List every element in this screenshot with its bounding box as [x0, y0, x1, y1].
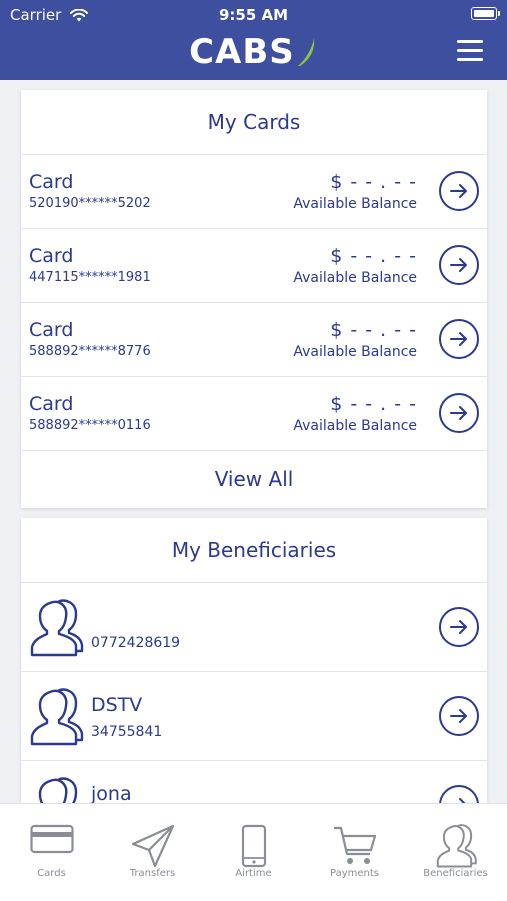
tab-label: Transfers [129, 868, 176, 879]
card-row[interactable]: Card 588892******0116 $ - - . - - Availa… [21, 377, 487, 451]
card-balance-label: Available Balance [293, 344, 417, 360]
credit-card-icon [29, 824, 74, 854]
my-cards-title: My Cards [21, 90, 487, 155]
shopping-cart-icon [333, 826, 376, 864]
hamburger-menu-icon[interactable] [457, 40, 483, 62]
card-row[interactable]: Card 447115******1981 $ - - . - - Availa… [21, 229, 487, 303]
brand-logo: CABS [0, 32, 507, 72]
battery-icon [471, 7, 500, 20]
main-content: My Cards Card 520190******5202 $ - - . -… [21, 90, 487, 850]
arrow-right-icon[interactable] [439, 393, 479, 433]
card-balance: $ - - . - - [330, 245, 417, 267]
arrow-right-icon[interactable] [439, 171, 479, 211]
card-number: 520190******5202 [29, 196, 151, 211]
card-number: 447115******1981 [29, 270, 151, 285]
card-type: Card [29, 245, 74, 267]
tab-transfers[interactable]: Transfers [102, 804, 203, 901]
beneficiary-account: 34755841 [91, 724, 163, 740]
card-type: Card [29, 171, 74, 193]
card-type: Card [29, 393, 74, 415]
status-bar: Carrier 9:55 AM [0, 0, 507, 28]
card-balance-label: Available Balance [293, 196, 417, 212]
card-balance: $ - - . - - [330, 319, 417, 341]
card-type: Card [29, 319, 74, 341]
arrow-right-icon[interactable] [439, 245, 479, 285]
tab-label: Cards [37, 868, 66, 879]
card-balance-label: Available Balance [293, 418, 417, 434]
beneficiary-row[interactable]: 0772428619 [21, 583, 487, 672]
card-row[interactable]: Card 520190******5202 $ - - . - - Availa… [21, 155, 487, 229]
app-header: Carrier 9:55 AM CABS [0, 0, 507, 80]
beneficiary-account: 0772428619 [91, 635, 181, 651]
tab-label: Airtime [235, 868, 272, 879]
card-balance: $ - - . - - [330, 171, 417, 193]
card-number: 588892******8776 [29, 344, 151, 359]
arrow-right-icon[interactable] [439, 607, 479, 647]
status-time: 9:55 AM [218, 6, 289, 24]
users-icon [436, 824, 477, 868]
card-number: 588892******0116 [29, 418, 151, 433]
my-beneficiaries-title: My Beneficiaries [21, 518, 487, 583]
my-beneficiaries-panel: My Beneficiaries 0772428619 DSTV 3475584… [21, 518, 487, 850]
tab-beneficiaries[interactable]: Beneficiaries [405, 804, 506, 901]
card-balance: $ - - . - - [330, 393, 417, 415]
mobile-phone-icon [241, 824, 266, 868]
beneficiary-row[interactable]: DSTV 34755841 [21, 672, 487, 761]
my-cards-panel: My Cards Card 520190******5202 $ - - . -… [21, 90, 487, 508]
tab-bar: Cards Transfers Airtime Payments Benefic… [0, 803, 507, 901]
tab-airtime[interactable]: Airtime [203, 804, 304, 901]
brand-name: CABS [189, 32, 295, 72]
tab-payments[interactable]: Payments [304, 804, 405, 901]
view-all-button[interactable]: View All [21, 451, 487, 508]
beneficiary-name: jona [91, 783, 132, 805]
arrow-right-icon[interactable] [439, 696, 479, 736]
tab-label: Beneficiaries [423, 868, 488, 879]
paper-plane-icon [131, 824, 174, 868]
card-balance-label: Available Balance [293, 270, 417, 286]
tab-label: Payments [330, 868, 379, 879]
users-icon [30, 599, 84, 657]
arrow-right-icon[interactable] [439, 319, 479, 359]
card-row[interactable]: Card 588892******8776 $ - - . - - Availa… [21, 303, 487, 377]
logo-swoosh-icon [297, 38, 315, 66]
tab-cards[interactable]: Cards [1, 804, 102, 901]
beneficiary-name: DSTV [91, 694, 143, 716]
users-icon [30, 688, 84, 746]
